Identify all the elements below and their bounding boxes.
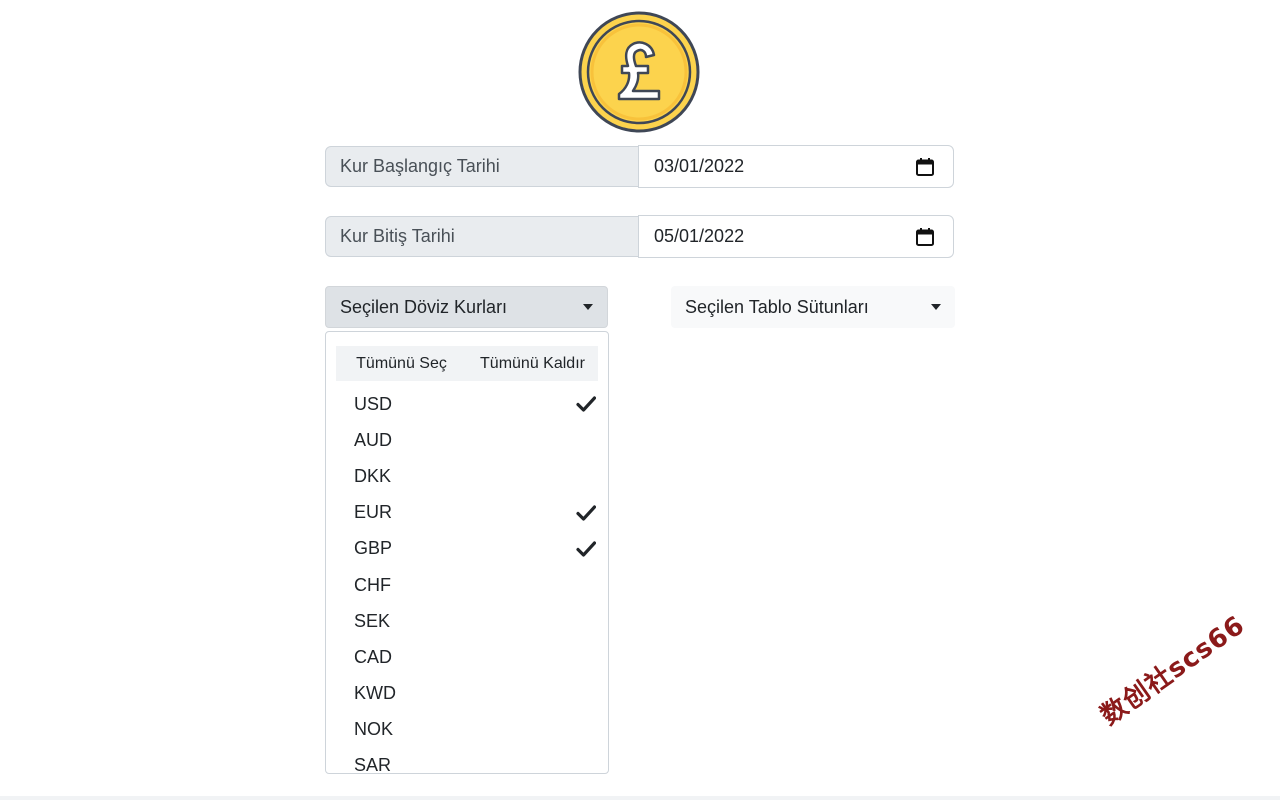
currency-code: CHF xyxy=(354,574,391,595)
currency-code: AUD xyxy=(354,429,393,450)
start-date-group: Kur Başlangıç Tarihi 03/01/2022 xyxy=(325,145,955,189)
currency-code: GBP xyxy=(354,538,393,559)
start-date-value: 03/01/2022 xyxy=(654,156,745,176)
caret-down-icon xyxy=(931,304,941,310)
currency-dropdown-button[interactable]: Seçilen Döviz Kurları xyxy=(325,286,608,328)
currency-dropdown-menu: Tümünü Seç Tümünü Kaldır USD AUD DKK EUR GBP… xyxy=(325,331,609,774)
currency-option[interactable]: SEK xyxy=(326,603,608,639)
pound-coin-icon xyxy=(578,11,700,133)
checkmark-icon xyxy=(576,539,596,559)
end-date-value: 05/01/2022 xyxy=(654,226,745,246)
select-all-button[interactable]: Tümünü Seç xyxy=(336,355,467,373)
currency-option[interactable]: NOK xyxy=(326,712,608,748)
currency-code: DKK xyxy=(354,465,392,486)
start-date-label: Kur Başlangıç Tarihi xyxy=(325,146,639,187)
currency-option[interactable]: CHF xyxy=(326,567,608,603)
currency-option[interactable]: SAR xyxy=(326,748,608,774)
currency-dropdown-label: Seçilen Döviz Kurları xyxy=(340,296,508,317)
end-date-label: Kur Bitiş Tarihi xyxy=(325,216,639,257)
currency-option[interactable]: AUD xyxy=(326,422,608,458)
checkmark-icon xyxy=(576,394,596,414)
currency-code: NOK xyxy=(354,719,394,740)
calendar-icon[interactable] xyxy=(915,157,935,177)
calendar-icon[interactable] xyxy=(915,227,935,247)
currency-code: CAD xyxy=(354,646,393,667)
currency-code: SEK xyxy=(354,610,391,631)
currency-code: SAR xyxy=(354,755,392,774)
columns-dropdown-button[interactable]: Seçilen Tablo Sütunları xyxy=(671,286,955,328)
checkmark-icon xyxy=(576,503,596,523)
columns-dropdown-label: Seçilen Tablo Sütunları xyxy=(685,296,869,317)
currency-code: KWD xyxy=(354,683,396,704)
currency-option[interactable]: KWD xyxy=(326,676,608,712)
currency-option[interactable]: USD xyxy=(326,386,608,422)
currency-code: EUR xyxy=(354,502,393,523)
clear-all-button[interactable]: Tümünü Kaldır xyxy=(467,355,598,373)
end-date-input[interactable]: 05/01/2022 xyxy=(638,215,954,258)
currency-option[interactable]: CAD xyxy=(326,639,608,675)
bottom-strip xyxy=(0,796,1280,800)
currency-list: USD AUD DKK EUR GBP CHF SEK CAD KWD NOK SAR xyxy=(326,381,608,774)
app-page: Kur Başlangıç Tarihi 03/01/2022 Kur Biti… xyxy=(0,0,1280,800)
currency-option[interactable]: DKK xyxy=(326,458,608,494)
end-date-group: Kur Bitiş Tarihi 05/01/2022 xyxy=(325,215,955,259)
currency-option[interactable]: EUR xyxy=(326,495,608,531)
start-date-input[interactable]: 03/01/2022 xyxy=(638,145,954,188)
currency-code: USD xyxy=(354,393,393,414)
currency-option[interactable]: GBP xyxy=(326,531,608,567)
menu-actions: Tümünü Seç Tümünü Kaldır xyxy=(336,346,598,381)
caret-down-icon xyxy=(583,304,593,310)
watermark: 数创社scs66 xyxy=(1095,610,1251,732)
